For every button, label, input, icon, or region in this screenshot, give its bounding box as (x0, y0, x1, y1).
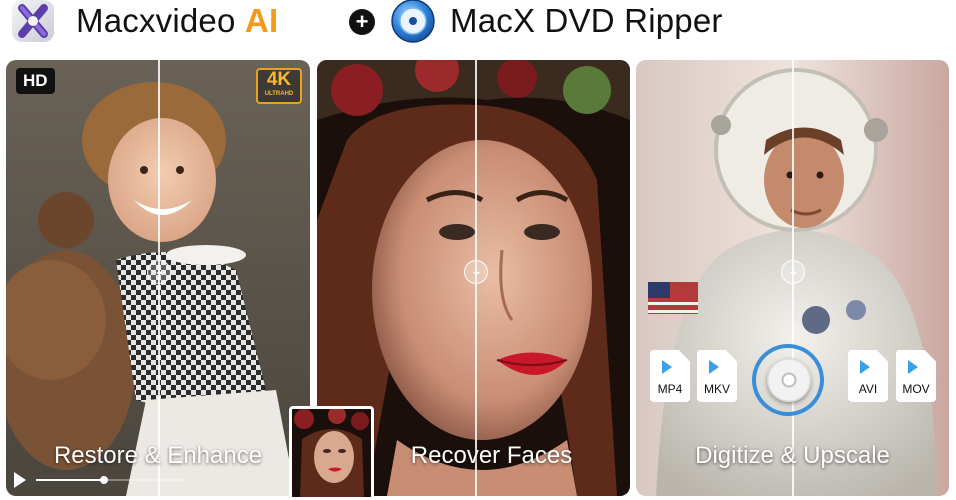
progress-track[interactable] (36, 476, 186, 484)
panel-digitize-upscale: ◂▸ MP4 MKV AVI MOV Digitize & Upscale (636, 60, 949, 496)
hd-badge: HD (16, 68, 55, 94)
macx-dvd-ripper-app-icon (391, 0, 435, 43)
avi-file-icon: AVI (848, 350, 888, 402)
compare-slider-handle[interactable]: ◂▸ (464, 260, 488, 284)
mp4-file-icon: MP4 (650, 350, 690, 402)
product-title-macxvideo: Macxvideo AI (76, 2, 279, 39)
plus-icon: + (349, 9, 375, 35)
macxvideo-ai-app-icon (12, 0, 54, 42)
product-title-dvd-ripper: MacX DVD Ripper (450, 2, 723, 39)
play-icon[interactable] (14, 472, 26, 488)
compare-slider-handle[interactable]: ◂▸ (147, 260, 171, 284)
panel-caption: Digitize & Upscale (695, 442, 890, 469)
face-thumbnail[interactable] (289, 406, 374, 500)
panel-caption: Restore & Enhance (53, 442, 263, 469)
4k-ultrahd-badge: 4K ULTRAHD (256, 68, 302, 104)
dvd-disc-icon (767, 358, 811, 402)
ai-label: AI (244, 2, 279, 39)
mkv-file-icon: MKV (697, 350, 737, 402)
video-player-controls (14, 472, 194, 488)
compare-slider-handle[interactable]: ◂▸ (781, 260, 805, 284)
progress-knob[interactable] (99, 476, 108, 484)
woman-portrait-thumbnail (292, 409, 371, 497)
mov-file-icon: MOV (896, 350, 936, 402)
panel-restore-enhance: ◂▸ HD 4K ULTRAHD Restore & Enhance (6, 60, 310, 496)
progress-fill (36, 479, 104, 481)
header-banner: Macxvideo AI + MacX DVD Ripper (0, 0, 956, 52)
